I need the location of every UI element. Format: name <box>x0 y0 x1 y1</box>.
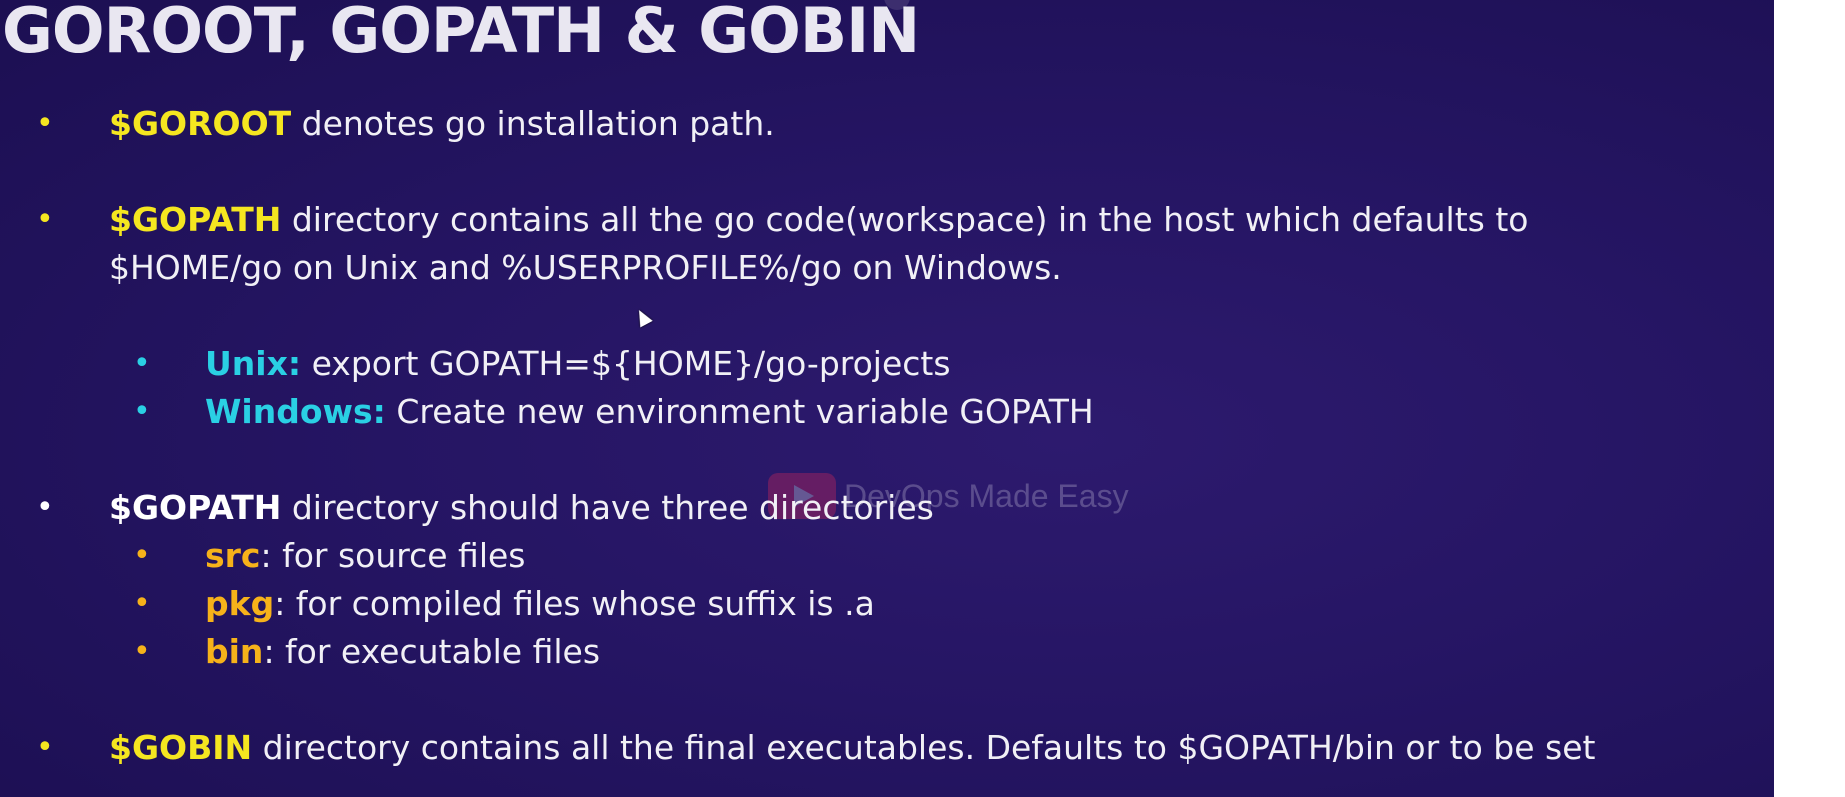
bullet-icon: • <box>133 634 151 669</box>
list-item-gopath-dirs: $GOPATH directory should have three dire… <box>109 488 934 528</box>
keyword-gobin: $GOBIN <box>109 728 253 767</box>
item-text: directory should have three directories <box>281 488 934 527</box>
list-item-gopath: $GOPATH directory contains all the go co… <box>109 200 1528 240</box>
list-item-src: src: for source files <box>205 536 525 576</box>
slide-title: GOROOT, GOPATH & GOBIN <box>2 0 920 67</box>
keyword-src: src <box>205 536 261 575</box>
list-item-unix: Unix: export GOPATH=${HOME}/go-projects <box>205 344 951 384</box>
item-text: directory contains all the go code(works… <box>281 200 1529 239</box>
list-item-goroot: $GOROOT denotes go installation path. <box>109 104 775 144</box>
bullet-icon: • <box>133 346 151 381</box>
bullet-icon: • <box>133 394 151 429</box>
list-item-gopath-continuation: $HOME/go on Unix and %USERPROFILE%/go on… <box>109 248 1062 287</box>
item-text: : for executable files <box>263 632 601 671</box>
presentation-slide: GOROOT, GOPATH & GOBIN ^ • $GOROOT denot… <box>0 0 1774 797</box>
list-item-bin: bin: for executable files <box>205 632 600 672</box>
list-item-windows: Windows: Create new environment variable… <box>205 392 1094 432</box>
keyword-goroot: $GOROOT <box>109 104 292 143</box>
item-text: : for source files <box>260 536 526 575</box>
item-text: export GOPATH=${HOME}/go-projects <box>301 344 951 383</box>
item-text: denotes go installation path. <box>291 104 775 143</box>
bullet-icon: • <box>36 202 54 237</box>
keyword-bin: bin <box>205 632 264 671</box>
list-item-gobin: $GOBIN directory contains all the final … <box>109 728 1595 768</box>
mouse-cursor-icon <box>632 306 653 328</box>
keyword-windows: Windows: <box>205 392 386 431</box>
keyword-gopath: $GOPATH <box>109 200 282 239</box>
bullet-icon: • <box>36 106 54 141</box>
keyword-pkg: pkg <box>205 584 275 623</box>
item-text: : for compiled files whose suffix is .a <box>274 584 875 623</box>
keyword-unix: Unix: <box>205 344 302 383</box>
bullet-icon: • <box>133 586 151 621</box>
bullet-icon: • <box>36 730 54 765</box>
bullet-icon: • <box>133 538 151 573</box>
item-text: directory contains all the final executa… <box>252 728 1596 767</box>
keyword-gopath: $GOPATH <box>109 488 282 527</box>
list-item-pkg: pkg: for compiled files whose suffix is … <box>205 584 875 624</box>
bullet-icon: • <box>36 490 54 525</box>
item-text: Create new environment variable GOPATH <box>385 392 1094 431</box>
